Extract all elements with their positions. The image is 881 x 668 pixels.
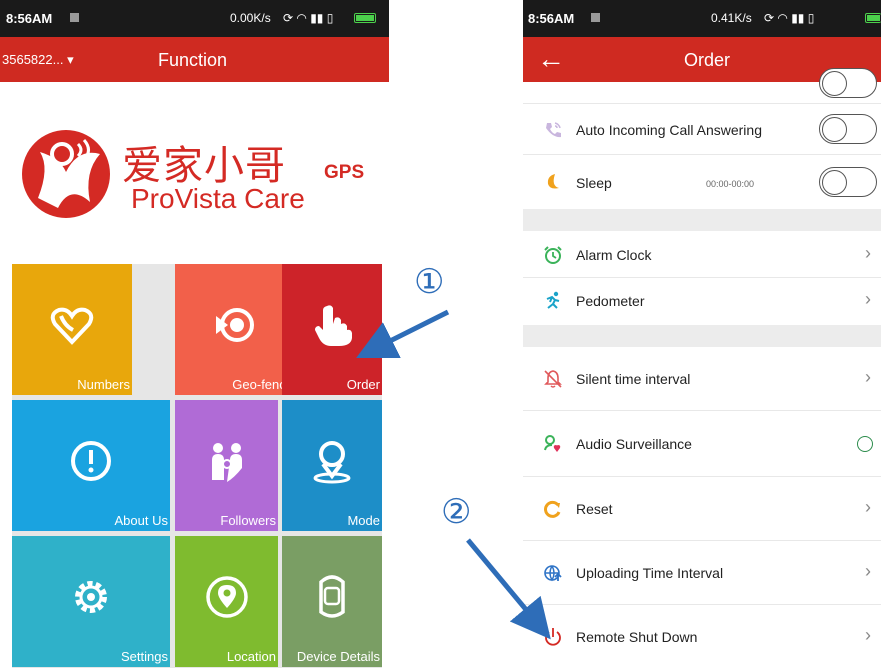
- page-title: Function: [158, 50, 228, 70]
- chevron-right-icon: ›: [865, 289, 871, 309]
- tile-order[interactable]: Order: [282, 264, 382, 395]
- signal-icons: ⟳ ◠ ▮▮ ▯: [764, 11, 815, 25]
- reset-icon: [544, 500, 561, 518]
- logo-brand-text: ProVista Care: [131, 183, 305, 214]
- network-speed: 0.00K/s: [230, 11, 271, 25]
- phone-call-icon: [546, 122, 561, 138]
- row-label: Silent time interval: [576, 371, 691, 387]
- tile-label: Numbers: [77, 377, 130, 392]
- status-time: 8:56AM: [528, 11, 575, 26]
- function-screen: 8:56AM 0.00K/s ⟳ ◠ ▮▮ ▯ 3565822... ▾ Fun…: [0, 0, 389, 668]
- network-speed: 0.41K/s: [711, 11, 752, 25]
- tile-label: Order: [346, 377, 380, 392]
- battery-icon: [354, 13, 376, 23]
- notification-icon: [70, 13, 79, 22]
- chevron-right-icon: ›: [865, 367, 871, 387]
- row-label: Pedometer: [576, 293, 645, 309]
- listen-icon: [544, 435, 561, 452]
- alarm-clock-icon: [544, 246, 562, 264]
- row-auto-incoming-call-answering[interactable]: Auto Incoming Call Answering: [523, 104, 881, 155]
- location-pin-icon: [205, 576, 248, 618]
- row-label: Uploading Time Interval: [576, 565, 724, 581]
- row-reset[interactable]: Reset ›: [523, 477, 881, 541]
- order-screen: 8:56AM 0.41K/s ⟳ ◠ ▮▮ ▯ ← Order Auto Inc…: [523, 0, 881, 668]
- tile-label: Device Details: [296, 649, 380, 664]
- row-pedometer[interactable]: Pedometer ›: [523, 278, 881, 325]
- logo-gps-text: GPS: [324, 162, 365, 183]
- row-silent-time-interval[interactable]: Silent time interval ›: [523, 347, 881, 411]
- sleep-time-range: 00:00-00:00: [706, 179, 755, 189]
- tile-device-details[interactable]: Device Details: [282, 536, 382, 667]
- chevron-right-icon: ›: [865, 561, 871, 581]
- signal-icons: ⟳ ◠ ▮▮ ▯: [283, 11, 334, 25]
- status-bar: 8:56AM 0.41K/s ⟳ ◠ ▮▮ ▯: [523, 0, 881, 37]
- fence-target-icon: [216, 308, 254, 342]
- chevron-right-icon: ›: [865, 625, 871, 645]
- battery-icon: [865, 13, 881, 23]
- tile-geo-fence[interactable]: Geo-fence: [175, 264, 295, 395]
- tile-settings[interactable]: Settings: [12, 536, 170, 667]
- status-bar: 8:56AM 0.00K/s ⟳ ◠ ▮▮ ▯: [0, 0, 389, 37]
- step-one-marker: ①: [414, 262, 445, 302]
- row-label: Remote Shut Down: [576, 629, 698, 645]
- tile-label: About Us: [114, 513, 168, 528]
- device-selector[interactable]: 3565822... ▾: [2, 52, 74, 68]
- runner-icon: [546, 291, 560, 309]
- row-audio-surveillance[interactable]: Audio Surveillance: [523, 411, 881, 477]
- order-settings-list: Auto Incoming Call Answering Sleep 00:00…: [523, 68, 881, 668]
- function-grid: Numbers Geo-fence Order About Us Followe…: [12, 264, 382, 668]
- section-divider: [523, 325, 881, 347]
- location-mode-icon: [313, 441, 351, 484]
- tile-label: Location: [226, 649, 276, 664]
- bell-off-icon: [544, 370, 562, 388]
- tile-location[interactable]: Location: [175, 536, 278, 667]
- hand-pointer-icon: [315, 305, 352, 346]
- row-label: Sleep: [576, 175, 612, 191]
- provista-logo-icon: [22, 130, 110, 218]
- gear-icon: [75, 581, 107, 613]
- sleep-toggle[interactable]: [819, 167, 877, 197]
- moon-icon: [547, 174, 559, 189]
- tile-numbers[interactable]: Numbers: [12, 264, 132, 395]
- notification-icon: [591, 13, 600, 22]
- row-alarm-clock[interactable]: Alarm Clock ›: [523, 231, 881, 278]
- row-remote-shut-down[interactable]: Remote Shut Down ›: [523, 605, 881, 668]
- toggle-switch[interactable]: [819, 68, 877, 98]
- globe-upload-icon: [544, 565, 562, 582]
- tile-followers[interactable]: Followers: [175, 400, 278, 531]
- power-icon: [545, 628, 561, 646]
- back-arrow-icon[interactable]: ←: [537, 43, 565, 75]
- family-icon: [211, 443, 242, 482]
- chevron-right-icon: ›: [865, 497, 871, 517]
- tile-mode[interactable]: Mode: [282, 400, 382, 531]
- tile-label: Settings: [121, 649, 168, 664]
- app-bar: 3565822... ▾ Function: [0, 37, 389, 82]
- status-time: 8:56AM: [6, 11, 53, 26]
- info-icon: [71, 441, 111, 481]
- auto-answer-toggle[interactable]: [819, 114, 877, 144]
- page-title: Order: [684, 50, 731, 70]
- row-label: Alarm Clock: [576, 247, 652, 263]
- tile-about-us[interactable]: About Us: [12, 400, 170, 531]
- chevron-right-icon: ›: [865, 243, 871, 263]
- phone-check-icon[interactable]: [857, 436, 873, 452]
- section-divider: [523, 209, 881, 231]
- step-two-marker: ②: [441, 492, 472, 532]
- row-label: Reset: [576, 501, 613, 517]
- row-sleep[interactable]: Sleep 00:00-00:00: [523, 155, 881, 209]
- tile-label: Mode: [347, 513, 380, 528]
- row-label: Audio Surveillance: [576, 436, 692, 452]
- heart-phone-icon: [50, 307, 94, 345]
- row-uploading-time-interval[interactable]: Uploading Time Interval ›: [523, 541, 881, 605]
- list-item-partial: [523, 68, 881, 104]
- watch-icon: [319, 575, 345, 618]
- tile-label: Followers: [220, 513, 276, 528]
- row-label: Auto Incoming Call Answering: [576, 122, 762, 138]
